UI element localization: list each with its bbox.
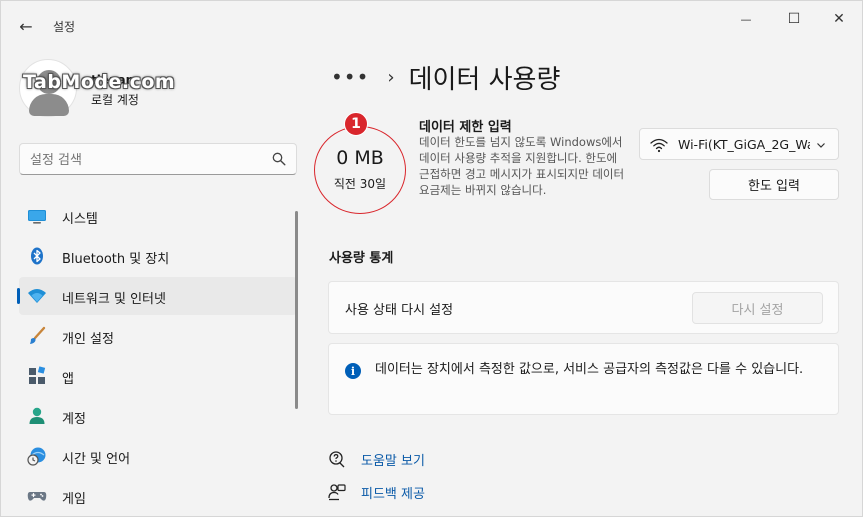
sidebar-item-label: 게임 bbox=[62, 492, 86, 507]
annotation-badge: 1 bbox=[344, 112, 368, 136]
breadcrumb-overflow-button[interactable]: ••• bbox=[331, 65, 369, 89]
info-card: i 데이터는 장치에서 측정한 값으로, 서비스 공급자의 측정값은 다를 수 … bbox=[328, 343, 839, 415]
profile-account-type: 로컬 계정 bbox=[91, 93, 139, 107]
search-box[interactable] bbox=[19, 143, 297, 175]
close-button[interactable]: ✕ bbox=[819, 7, 859, 31]
sidebar-item-apps[interactable]: 앱 bbox=[19, 357, 297, 395]
search-icon[interactable] bbox=[272, 152, 286, 166]
enter-limit-button[interactable]: 한도 입력 bbox=[709, 169, 839, 200]
gaming-icon bbox=[27, 492, 47, 501]
sidebar-item-bluetooth[interactable]: Bluetooth 및 장치 bbox=[19, 237, 297, 275]
sidebar-item-personalization[interactable]: 개인 설정 bbox=[19, 317, 297, 355]
page-title: 데이터 사용량 bbox=[408, 64, 561, 95]
network-icon bbox=[28, 289, 46, 303]
search-input[interactable] bbox=[30, 150, 260, 170]
bluetooth-icon bbox=[31, 247, 43, 265]
usage-highlight-circle: 0 MB 직전 30일 bbox=[314, 126, 406, 214]
maximize-button[interactable]: ☐ bbox=[774, 7, 814, 31]
data-limit-description: 데이터 한도를 넘지 않도록 Windows에서 데이터 사용량 추적을 지원합… bbox=[419, 135, 625, 197]
wifi-icon bbox=[650, 138, 668, 153]
apps-icon bbox=[29, 366, 46, 384]
reset-usage-label: 사용 상태 다시 설정 bbox=[345, 303, 454, 318]
app-title: 설정 bbox=[53, 20, 76, 34]
sidebar-item-label: 네트워크 및 인터넷 bbox=[62, 292, 166, 307]
feedback-link-text[interactable]: 피드백 제공 bbox=[361, 483, 425, 502]
sidebar-scrollbar[interactable] bbox=[295, 211, 298, 409]
network-selected-value: Wi-Fi(KT_GiGA_2G_Wave2_B1F4) bbox=[678, 137, 810, 152]
active-indicator bbox=[17, 288, 20, 304]
brush-icon bbox=[30, 326, 46, 344]
sidebar-item-label: Bluetooth 및 장치 bbox=[62, 252, 170, 267]
account-icon bbox=[29, 407, 45, 424]
minimize-icon: — bbox=[740, 12, 752, 26]
sidebar-nav: 시스템 Bluetooth 및 장치 네트워크 및 인터넷 개인 설정 앱 계정… bbox=[17, 197, 297, 517]
usage-stats-title: 사용량 통계 bbox=[329, 251, 394, 266]
feedback-icon bbox=[328, 484, 346, 501]
settings-window: ← 설정 — ☐ ✕ tienan 로컬 계정 TabMode.com 설정 검… bbox=[0, 0, 863, 517]
help-link-text[interactable]: 도움말 보기 bbox=[361, 450, 425, 469]
back-button[interactable]: ← bbox=[13, 13, 39, 39]
sidebar-item-label: 시스템 bbox=[62, 212, 98, 227]
data-limit-title: 데이터 제한 입력 bbox=[419, 120, 512, 135]
system-icon bbox=[28, 210, 46, 224]
reset-usage-card: 사용 상태 다시 설정 다시 설정 bbox=[328, 281, 839, 334]
time-language-icon bbox=[27, 447, 46, 466]
sidebar-item-gaming[interactable]: 게임 bbox=[19, 477, 297, 515]
sidebar-item-time-language[interactable]: 시간 및 언어 bbox=[19, 437, 297, 475]
help-link[interactable]: 도움말 보기 bbox=[328, 448, 425, 470]
info-icon: i bbox=[345, 363, 361, 379]
sidebar-item-network[interactable]: 네트워크 및 인터넷 bbox=[17, 277, 297, 315]
minimize-button[interactable]: — bbox=[726, 7, 766, 31]
sidebar-item-label: 개인 설정 bbox=[62, 332, 114, 347]
sidebar-item-accounts[interactable]: 계정 bbox=[19, 397, 297, 435]
close-icon: ✕ bbox=[833, 11, 845, 27]
feedback-link[interactable]: 피드백 제공 bbox=[328, 481, 425, 503]
help-icon bbox=[329, 451, 345, 468]
back-arrow-icon: ← bbox=[19, 16, 33, 36]
sidebar-item-label: 앱 bbox=[62, 372, 74, 387]
network-dropdown[interactable]: Wi-Fi(KT_GiGA_2G_Wave2_B1F4) bbox=[639, 128, 839, 160]
maximize-icon: ☐ bbox=[787, 11, 801, 27]
title-bar: ← 설정 — ☐ ✕ bbox=[1, 1, 863, 49]
info-text: 데이터는 장치에서 측정한 값으로, 서비스 공급자의 측정값은 다를 수 있습… bbox=[375, 362, 804, 377]
chevron-down-icon bbox=[817, 143, 825, 148]
sidebar-item-system[interactable]: 시스템 bbox=[19, 197, 297, 235]
reset-button[interactable]: 다시 설정 bbox=[692, 292, 823, 324]
sidebar-item-label: 시간 및 언어 bbox=[62, 452, 131, 467]
sidebar-item-label: 계정 bbox=[62, 412, 86, 427]
breadcrumb: ••• › 데이터 사용량 bbox=[331, 57, 560, 97]
watermark-logo: TabMode.com bbox=[23, 71, 176, 93]
usage-value: 0 MB bbox=[336, 147, 384, 169]
breadcrumb-chevron-icon: › bbox=[387, 66, 395, 88]
user-profile[interactable]: tienan 로컬 계정 TabMode.com bbox=[19, 59, 199, 119]
avatar-body bbox=[29, 94, 69, 116]
usage-period: 직전 30일 bbox=[333, 177, 387, 191]
